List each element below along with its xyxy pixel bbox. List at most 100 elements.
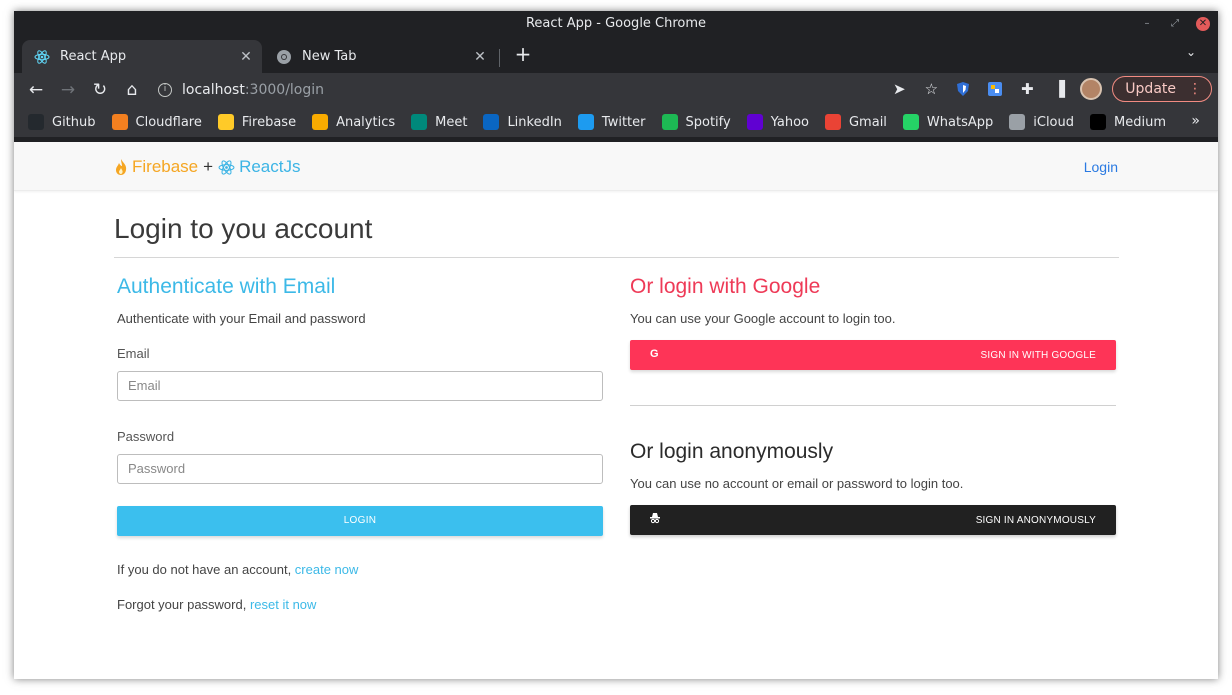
side-panel-icon[interactable]: ▐ (1048, 78, 1070, 100)
browser-window: React App - Google Chrome – ⤢ ✕ React Ap… (14, 11, 1218, 679)
email-field[interactable]: Email (117, 371, 603, 401)
bookmark-item[interactable]: Spotify (661, 114, 731, 130)
password-label: Password (117, 429, 175, 444)
info-icon[interactable]: i (158, 83, 172, 97)
star-icon[interactable]: ☆ (920, 78, 942, 100)
linkedin-icon (483, 114, 500, 130)
bookmarks-overflow-icon[interactable]: » (1191, 113, 1200, 129)
more-menu-icon[interactable]: ⋮ (1188, 81, 1202, 97)
anon-button-label: SIGN IN ANONYMOUSLY (975, 515, 1096, 526)
bookmark-label: WhatsApp (926, 114, 994, 130)
bookmark-item[interactable]: Gmail (824, 114, 887, 130)
back-icon[interactable]: ← (20, 76, 52, 104)
bookmark-item[interactable]: Cloudflare (111, 114, 202, 130)
send-icon[interactable]: ➤ (888, 78, 910, 100)
email-section-heading: Authenticate with Email (117, 275, 336, 298)
address-bar[interactable]: i localhost:3000/login (158, 76, 878, 104)
avatar[interactable] (1080, 78, 1103, 100)
new-tab-icon[interactable]: + (512, 43, 534, 65)
section-divider (630, 405, 1116, 406)
analytics-icon (312, 114, 329, 130)
cloudflare-icon (111, 114, 128, 130)
anon-section-heading: Or login anonymously (630, 440, 834, 463)
spotify-icon (661, 114, 678, 130)
bookmark-label: Analytics (336, 114, 396, 130)
main-container: Login to you account Authenticate with E… (114, 191, 1119, 612)
chrome-icon (276, 49, 292, 65)
brand-plus: + (203, 157, 214, 176)
google-icon: G (650, 348, 659, 360)
gmail-icon (824, 114, 841, 130)
nav-login-link[interactable]: Login (1084, 159, 1118, 175)
bookmark-label: Cloudflare (135, 114, 202, 130)
bookmark-label: Spotify (685, 114, 731, 130)
bookmark-item[interactable]: Yahoo (746, 114, 809, 130)
tab-new-tab[interactable]: New Tab ✕ (264, 40, 496, 73)
forward-icon[interactable]: → (52, 76, 84, 104)
bookmark-label: iCloud (1033, 114, 1074, 130)
bookmark-label: Firebase (241, 114, 297, 130)
close-window-icon[interactable]: ✕ (1196, 17, 1210, 31)
bookmark-item[interactable]: Analytics (312, 114, 395, 130)
bookmark-item[interactable]: WhatsApp (902, 114, 994, 130)
create-now-link[interactable]: create now (295, 562, 359, 577)
bookmark-label: Meet (435, 114, 468, 130)
close-tab-icon[interactable]: ✕ (472, 49, 488, 65)
maximize-icon[interactable]: ⤢ (1168, 17, 1182, 31)
apple-icon (1009, 114, 1026, 130)
twitter-icon (577, 114, 594, 130)
site-navbar: Firebase + ReactJs Login (14, 142, 1218, 191)
window-title: React App - Google Chrome (525, 16, 707, 31)
create-account-text: If you do not have an account, (117, 562, 295, 577)
meet-icon (411, 114, 428, 130)
anonymous-signin-button[interactable]: SIGN IN ANONYMOUSLY (630, 505, 1116, 535)
browser-toolbar: ← → ↻ ⌂ i localhost:3000/login ➤ ☆ ✚ ▐ U… (14, 73, 1218, 107)
login-button[interactable]: LOGIN (117, 506, 603, 536)
bookmark-label: Medium (1114, 114, 1166, 130)
bookmark-item[interactable]: Github (28, 114, 96, 130)
react-icon (34, 49, 50, 65)
incognito-icon (650, 512, 660, 527)
social-login-section: Or login with Google You can use your Go… (630, 275, 1116, 535)
bookmark-label: Twitter (601, 114, 646, 130)
bookmark-label: Yahoo (770, 114, 809, 130)
site-brand[interactable]: Firebase + ReactJs (114, 157, 301, 177)
google-signin-button[interactable]: G SIGN IN WITH GOOGLE (630, 340, 1116, 370)
medium-icon (1090, 114, 1106, 130)
extension-icon[interactable] (984, 78, 1006, 100)
bookmark-label: Gmail (848, 114, 887, 130)
minimize-icon[interactable]: – (1140, 17, 1154, 31)
title-bar: React App - Google Chrome – ⤢ ✕ (14, 11, 1218, 37)
shield-extension-icon[interactable] (952, 78, 974, 100)
update-label: Update (1125, 81, 1176, 97)
email-login-section: Authenticate with Email Authenticate wit… (117, 275, 603, 612)
anon-section-subtitle: You can use no account or email or passw… (630, 476, 964, 491)
brand-firebase: Firebase (132, 157, 199, 176)
reset-now-link[interactable]: reset it now (250, 597, 316, 612)
puzzle-icon[interactable]: ✚ (1016, 78, 1038, 100)
url-path: :3000/login (244, 82, 325, 98)
bookmark-item[interactable]: LinkedIn (483, 114, 562, 130)
bookmark-item[interactable]: Medium (1090, 114, 1166, 130)
toolbar-actions: ➤ ☆ ✚ ▐ Update ⋮ (888, 76, 1212, 102)
email-section-subtitle: Authenticate with your Email and passwor… (117, 311, 366, 326)
create-account-line: If you do not have an account, create no… (117, 562, 603, 577)
email-label: Email (117, 346, 150, 361)
password-field[interactable]: Password (117, 454, 603, 484)
google-section-subtitle: You can use your Google account to login… (630, 311, 896, 326)
close-tab-icon[interactable]: ✕ (238, 49, 254, 65)
bookmark-item[interactable]: Meet (411, 114, 467, 130)
bookmark-label: LinkedIn (507, 114, 562, 130)
home-icon[interactable]: ⌂ (116, 76, 148, 104)
window-controls: – ⤢ ✕ (1140, 11, 1210, 37)
tab-strip: React App ✕ New Tab ✕ + ⌄ (14, 37, 1218, 73)
chevron-down-icon[interactable]: ⌄ (1186, 45, 1196, 59)
bookmark-item[interactable]: iCloud (1009, 114, 1074, 130)
reload-icon[interactable]: ↻ (84, 76, 116, 104)
update-button[interactable]: Update ⋮ (1112, 76, 1212, 102)
bookmark-label: Github (52, 114, 96, 130)
tab-separator (499, 49, 500, 67)
bookmark-item[interactable]: Twitter (577, 114, 646, 130)
tab-react-app[interactable]: React App ✕ (22, 40, 262, 73)
bookmark-item[interactable]: Firebase (217, 114, 297, 130)
